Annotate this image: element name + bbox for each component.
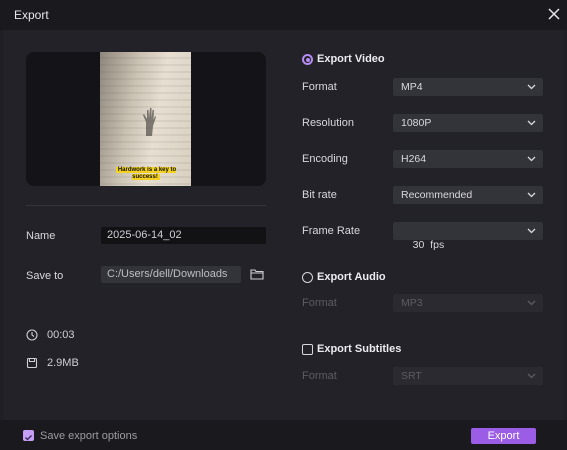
chevron-down-icon <box>527 300 536 306</box>
chevron-down-icon <box>527 373 536 379</box>
name-input[interactable]: 2025-06-14_02 <box>101 227 266 244</box>
chevron-down-icon <box>527 192 536 198</box>
close-icon[interactable] <box>545 5 563 23</box>
save-path-field[interactable]: C:/Users/dell/Downloads <box>101 266 241 283</box>
frame-rate-select[interactable]: 30 fps <box>393 222 543 251</box>
bit-rate-label: Bit rate <box>302 189 337 201</box>
resolution-select[interactable]: 1080P <box>393 114 543 132</box>
audio-format-value: MP3 <box>401 297 423 309</box>
export-subtitles-title: Export Subtitles <box>317 343 402 355</box>
video-thumbnail: Hardwork is a key to success! <box>100 52 191 186</box>
subtitles-format-label: Format <box>302 370 337 382</box>
save-options-checkbox[interactable] <box>23 430 34 441</box>
frame-rate-label: Frame Rate <box>302 225 361 237</box>
subtitles-format-select[interactable]: SRT <box>393 367 543 385</box>
save-to-label: Save to <box>26 270 64 282</box>
encoding-label: Encoding <box>302 153 348 165</box>
audio-format-label: Format <box>302 297 337 309</box>
file-size-icon <box>26 357 38 369</box>
resolution-label: Resolution <box>302 117 354 129</box>
export-subtitles-checkbox[interactable] <box>302 344 313 355</box>
chevron-down-icon <box>527 228 536 234</box>
checkmark-icon <box>25 435 32 441</box>
file-size-value: 2.9MB <box>47 357 79 369</box>
clock-icon <box>26 329 38 341</box>
export-audio-title: Export Audio <box>317 271 386 283</box>
format-value: MP4 <box>401 81 423 93</box>
export-dialog: Export Hardwork is a key to success! Nam… <box>0 0 567 450</box>
title-bar: Export <box>0 0 567 30</box>
encoding-select[interactable]: H264 <box>393 150 543 168</box>
folder-icon[interactable] <box>250 268 264 280</box>
name-label: Name <box>26 230 56 242</box>
video-preview: Hardwork is a key to success! <box>26 52 266 186</box>
bit-rate-value: Recommended <box>401 189 473 201</box>
export-video-radio[interactable] <box>302 54 313 65</box>
save-options-label: Save export options <box>40 430 138 442</box>
resolution-value: 1080P <box>401 117 432 129</box>
chevron-down-icon <box>527 156 536 162</box>
chevron-down-icon <box>527 120 536 126</box>
format-select[interactable]: MP4 <box>393 78 543 96</box>
divider <box>26 205 266 206</box>
format-label: Format <box>302 81 337 93</box>
subtitles-format-value: SRT <box>401 370 422 382</box>
dialog-title: Export <box>14 8 49 22</box>
audio-format-select[interactable]: MP3 <box>393 294 543 312</box>
hand-shadow-image <box>143 108 156 136</box>
export-video-title: Export Video <box>317 53 385 65</box>
export-button[interactable]: Export <box>471 428 536 444</box>
encoding-value: H264 <box>401 153 427 165</box>
chevron-down-icon <box>527 84 536 90</box>
video-caption: Hardwork is a key to success! <box>115 167 177 180</box>
export-audio-radio[interactable] <box>302 272 313 283</box>
bit-rate-select[interactable]: Recommended <box>393 186 543 204</box>
duration-value: 00:03 <box>47 329 75 341</box>
frame-rate-value: 30 fps <box>412 239 445 251</box>
